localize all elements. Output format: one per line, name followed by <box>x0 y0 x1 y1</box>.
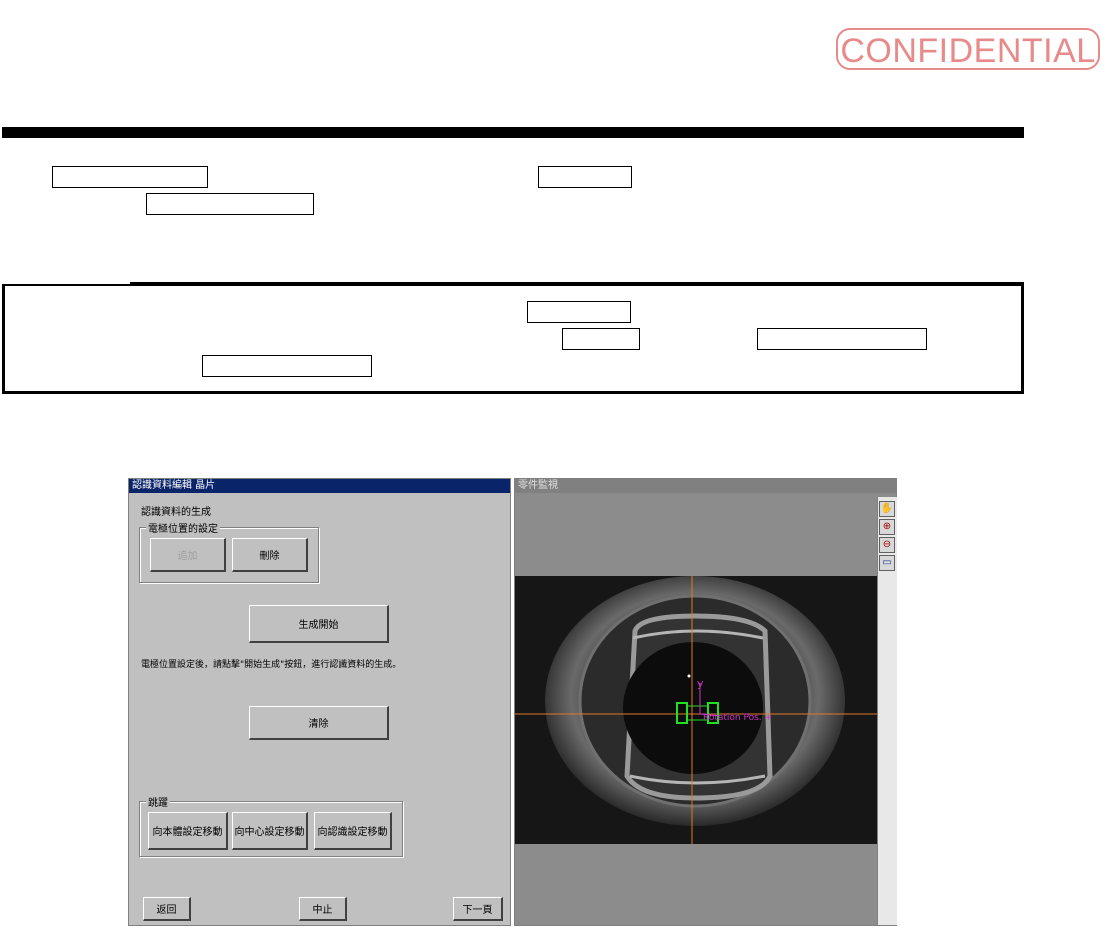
zoom-out-icon[interactable]: ⊖ <box>879 537 895 553</box>
jump-group-title: 跳躍 <box>146 794 170 809</box>
jump-group: 跳躍 向本體設定移動 向中心設定移動 向認識設定移動 <box>139 794 403 857</box>
window-title: 認識資料編輯 晶片 <box>129 479 510 493</box>
generate-start-button[interactable]: 生成開始 <box>249 605 389 643</box>
delete-button[interactable]: 刪除 <box>232 538 308 572</box>
hand-icon[interactable]: ✋ <box>879 501 895 517</box>
confidential-stamp: CONFIDENTIAL <box>836 28 1100 70</box>
note-ref-box-3 <box>757 328 927 350</box>
add-button[interactable]: 追加 <box>150 538 226 572</box>
note-ref-box-2 <box>562 328 640 350</box>
fit-window-icon[interactable]: ▭ <box>879 555 895 571</box>
axis-y-label: y <box>697 677 704 690</box>
rotation-overlay-text: Rotation Pos. + <box>703 713 772 723</box>
clear-button[interactable]: 清除 <box>249 706 389 740</box>
note-ref-box-1 <box>527 301 631 323</box>
camera-image[interactable]: y Rotation Pos. + <box>515 576 877 844</box>
recognition-data-window: 認識資料編輯 晶片 認識資料的生成 電極位置的設定 追加 刪除 生成開始 電極位… <box>128 478 511 926</box>
viewer-title: 零件監視 <box>515 479 896 493</box>
stop-button[interactable]: 中止 <box>299 897 347 921</box>
reflection-dot <box>687 674 691 678</box>
note-ref-box-4 <box>202 355 372 377</box>
move-to-center-settings-button[interactable]: 向中心設定移動 <box>232 812 308 850</box>
section-rule <box>2 127 1024 138</box>
section-label: 認識資料的生成 <box>141 507 211 518</box>
viewer-toolbar: ✋ ⊕ ⊖ ▭ <box>877 497 897 925</box>
instruction-text: 電極位置設定後，請點擊"開始生成"按鈕，進行認識資料的生成。 <box>141 660 402 670</box>
electrode-position-group: 電極位置的設定 追加 刪除 <box>139 520 319 583</box>
back-button[interactable]: 返回 <box>143 897 191 921</box>
component-image-svg: y Rotation Pos. + <box>515 576 877 844</box>
move-to-body-settings-button[interactable]: 向本體設定移動 <box>148 812 228 850</box>
electrode-group-title: 電極位置的設定 <box>146 520 220 535</box>
note-frame-tab <box>2 278 130 284</box>
move-to-recognition-settings-button[interactable]: 向認識設定移動 <box>314 812 392 850</box>
zoom-in-icon[interactable]: ⊕ <box>879 519 895 535</box>
part-monitor-window: 零件監視 y Rotation Pos. + ✋ ⊕ ⊖ ▭ <box>514 478 897 926</box>
next-page-button[interactable]: 下一頁 <box>453 897 503 921</box>
ref-box-2 <box>538 166 632 188</box>
ref-box-3 <box>146 193 314 215</box>
ref-box-1 <box>52 166 208 188</box>
